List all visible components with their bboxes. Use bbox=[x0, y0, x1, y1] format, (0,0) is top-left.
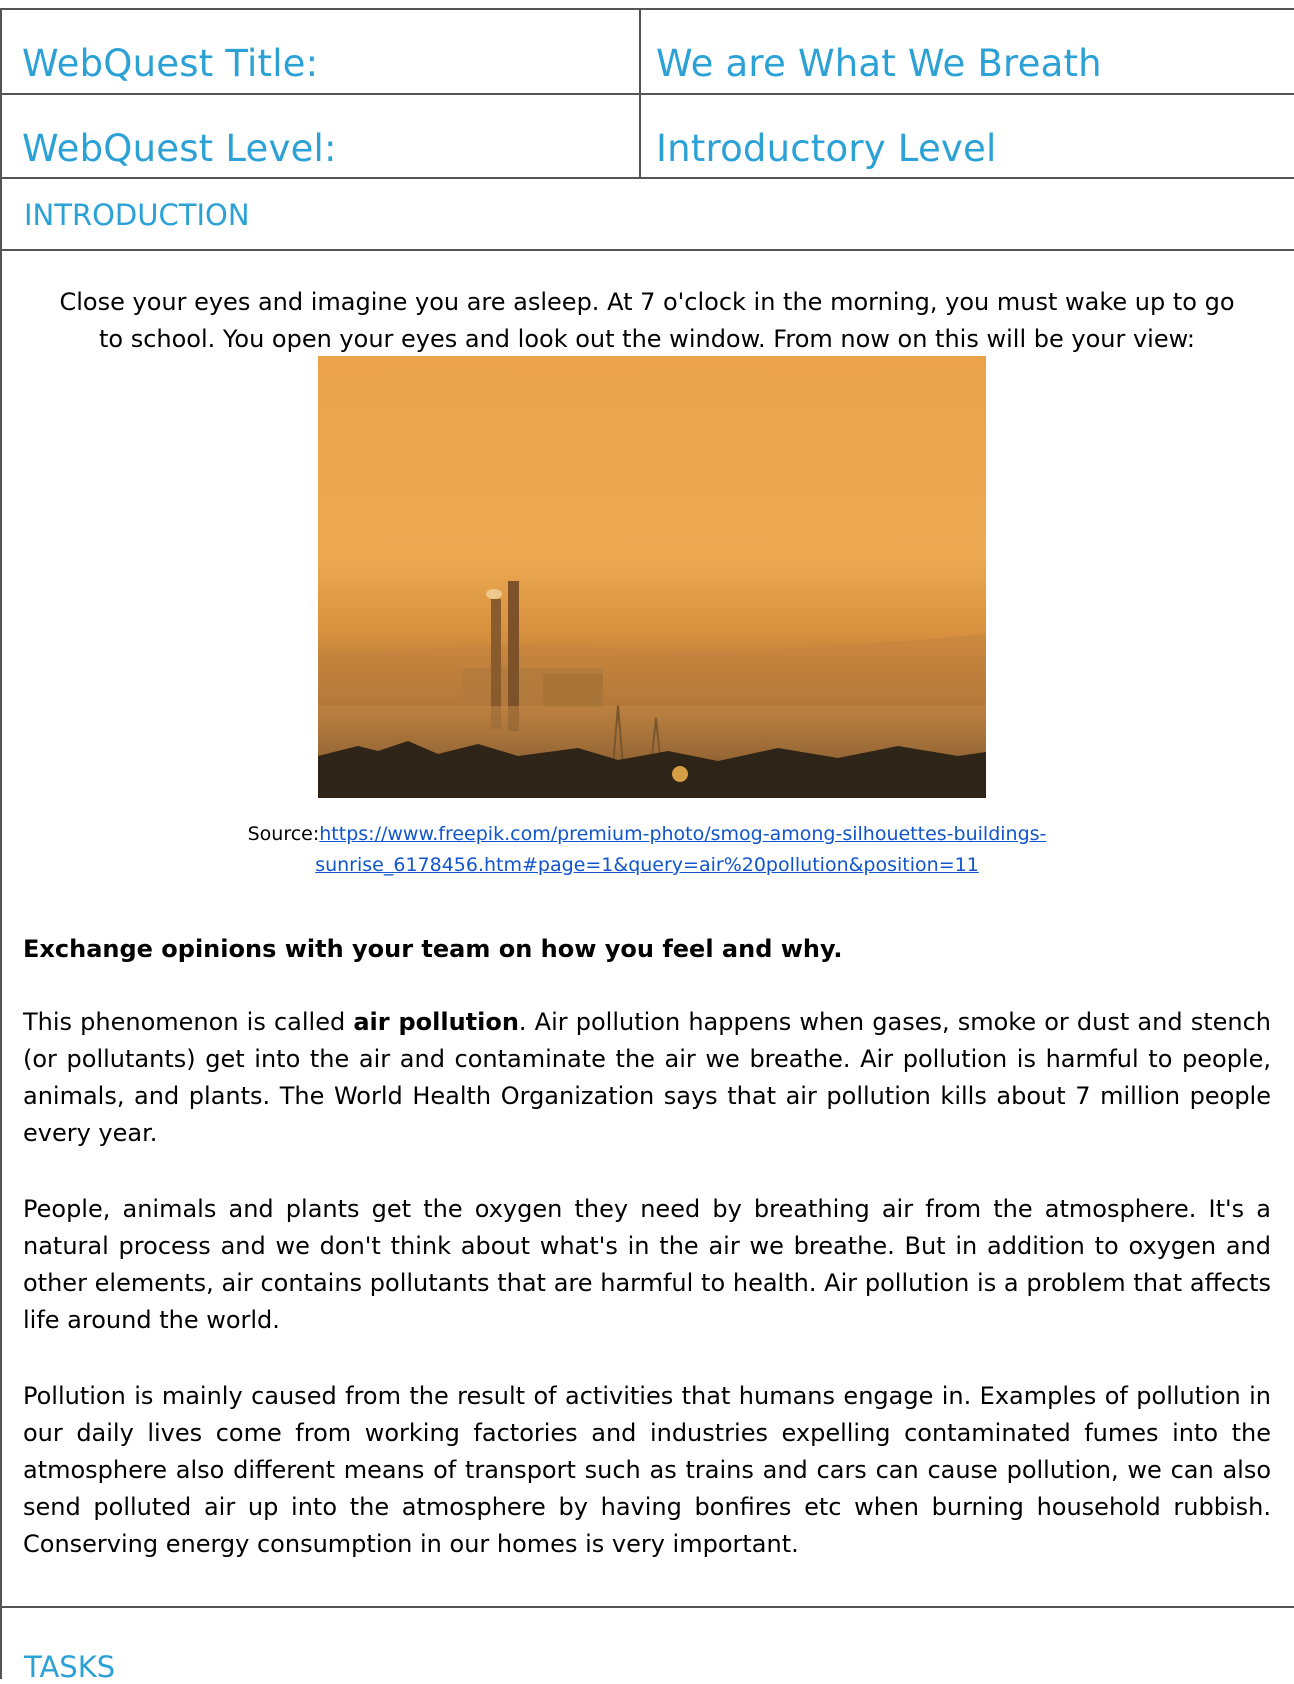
image-caption: Source:https://www.freepik.com/premium-p… bbox=[10, 819, 1284, 881]
intro-line-1: Close your eyes and imagine you are asle… bbox=[59, 288, 1235, 316]
paragraph-1-bold-term: air pollution bbox=[353, 1008, 519, 1036]
introduction-heading: INTRODUCTION bbox=[24, 198, 250, 232]
table-border-row1 bbox=[0, 93, 1294, 95]
table-border-top bbox=[0, 8, 1294, 10]
team-prompt: Exchange opinions with your team on how … bbox=[23, 931, 1271, 968]
webquest-title-value: We are What We Breath bbox=[656, 42, 1102, 85]
paragraph-oxygen: People, animals and plants get the oxyge… bbox=[23, 1195, 1271, 1334]
smog-photo bbox=[318, 356, 986, 798]
paragraph-air-pollution: This phenomenon is called air pollution.… bbox=[23, 1004, 1271, 1152]
caption-source-prefix: Source: bbox=[247, 823, 320, 845]
webquest-title-label: WebQuest Title: bbox=[22, 42, 319, 85]
table-border-intro bbox=[0, 249, 1294, 251]
paragraph-1-start: This phenomenon is called bbox=[23, 1008, 354, 1036]
table-border-middle bbox=[639, 8, 641, 179]
table-border-tasks bbox=[0, 1606, 1294, 1608]
webquest-level-label: WebQuest Level: bbox=[22, 127, 337, 170]
caption-source-link-line1[interactable]: https://www.freepik.com/premium-photo/sm… bbox=[319, 823, 1046, 845]
webquest-page: WebQuest Title: We are What We Breath We… bbox=[0, 0, 1294, 1684]
webquest-level-value: Introductory Level bbox=[656, 127, 997, 170]
intro-line-2: to school. You open your eyes and look o… bbox=[98, 325, 1196, 353]
table-border-row2 bbox=[0, 177, 1294, 179]
table-border-left bbox=[0, 8, 2, 1679]
team-prompt-text: Exchange opinions with your team on how … bbox=[23, 935, 843, 963]
caption-source-link-line2[interactable]: sunrise_6178456.htm#page=1&query=air%20p… bbox=[315, 854, 979, 876]
paragraph-causes: Pollution is mainly caused from the resu… bbox=[23, 1382, 1271, 1558]
